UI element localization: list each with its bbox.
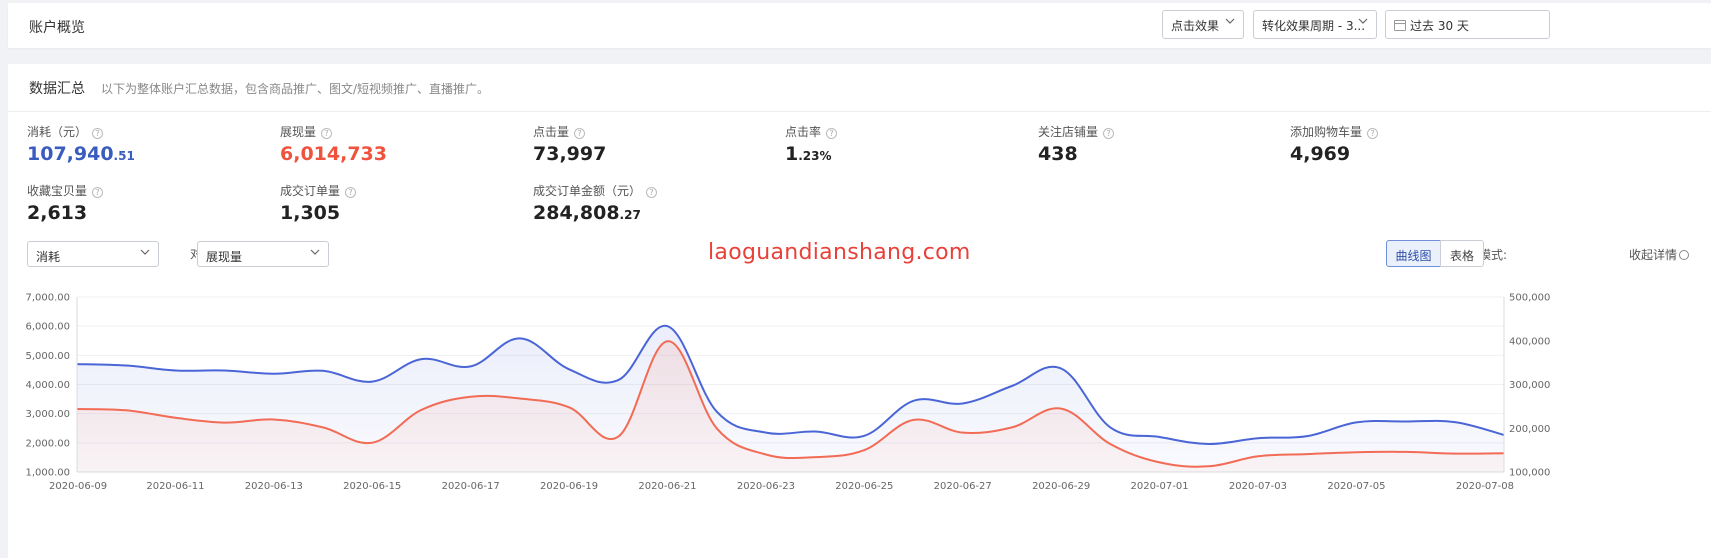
x-tick-label: 2020-06-25	[835, 481, 893, 492]
x-tick-label: 2020-07-03	[1229, 481, 1287, 492]
y-right-tick-label: 400,000	[1509, 336, 1550, 347]
x-tick-label: 2020-06-23	[737, 481, 795, 492]
trend-chart: 1,000.00 2,000.00 3,000.00 4,000.00 5,000.00…	[25, 293, 1550, 493]
x-tick-label: 2020-06-15	[343, 481, 401, 492]
x-tick-label: 2020-07-05	[1327, 481, 1385, 492]
x-tick-label: 2020-06-21	[638, 481, 696, 492]
y-right-tick-label: 200,000	[1509, 424, 1550, 435]
y-right-tick-label: 100,000	[1509, 468, 1550, 479]
x-tick-label: 2020-06-19	[540, 481, 598, 492]
x-tick-label: 2020-07-08	[1456, 481, 1514, 492]
y-left-tick-label: 3,000.00	[25, 409, 70, 420]
x-tick-label: 2020-06-29	[1032, 481, 1090, 492]
x-tick-label: 2020-06-09	[49, 481, 107, 492]
x-tick-label: 2020-06-27	[934, 481, 992, 492]
y-left-tick-label: 7,000.00	[25, 293, 70, 304]
y-right-tick-label: 500,000	[1509, 293, 1550, 304]
y-left-tick-label: 5,000.00	[25, 351, 70, 362]
x-tick-label: 2020-06-11	[146, 481, 204, 492]
y-left-tick-label: 2,000.00	[25, 438, 70, 449]
x-tick-label: 2020-06-17	[442, 481, 500, 492]
y-left-tick-label: 4,000.00	[25, 380, 70, 391]
x-tick-label: 2020-07-01	[1130, 481, 1188, 492]
y-right-tick-label: 300,000	[1509, 380, 1550, 391]
chart-areas	[77, 325, 1504, 472]
y-left-tick-label: 6,000.00	[25, 322, 70, 333]
y-left-tick-label: 1,000.00	[25, 468, 70, 479]
x-tick-label: 2020-06-13	[245, 481, 303, 492]
